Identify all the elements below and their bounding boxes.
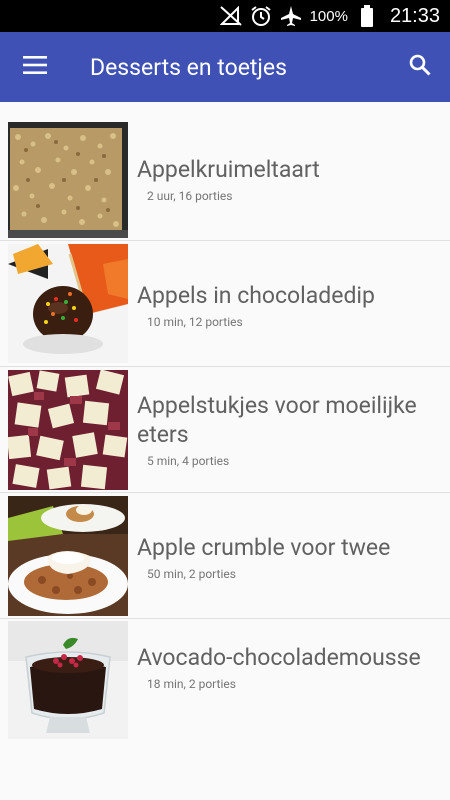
recipe-title: Appelkruimeltaart	[137, 156, 320, 183]
list-item[interactable]: Avocado-chocolademousse 18 min, 2 portie…	[0, 619, 450, 741]
list-item[interactable]: Apple crumble voor twee 50 min, 2 portie…	[0, 493, 450, 619]
recipe-meta: 10 min, 12 porties	[147, 315, 243, 329]
recipe-thumbnail	[8, 496, 128, 616]
status-bar: 100% 21:33	[0, 0, 450, 32]
recipe-text: Appelstukjes voor moeilijke eters 5 min,…	[137, 391, 442, 468]
recipe-thumbnail	[8, 621, 128, 739]
list-item[interactable]: Appels in chocoladedip 10 min, 12 portie…	[0, 241, 450, 367]
airplane-mode-icon	[280, 5, 302, 27]
recipe-title: Avocado-chocolademousse	[137, 644, 421, 671]
recipe-text: Apple crumble voor twee 50 min, 2 portie…	[137, 533, 442, 581]
recipe-thumbnail	[8, 122, 128, 238]
recipe-title: Apple crumble voor twee	[137, 534, 391, 561]
battery-icon	[356, 5, 378, 27]
recipe-meta: 50 min, 2 porties	[147, 567, 236, 581]
no-signal-icon	[219, 5, 242, 27]
recipe-title: Appelstukjes voor moeilijke eters	[137, 392, 417, 448]
clock: 21:33	[389, 4, 440, 27]
recipe-meta: 2 uur, 16 porties	[147, 189, 233, 203]
page-title: Desserts en toetjes	[90, 53, 287, 81]
menu-icon	[23, 56, 47, 78]
recipe-text: Appelkruimeltaart 2 uur, 16 porties	[137, 155, 442, 203]
recipe-thumbnail	[8, 370, 128, 490]
app-bar: Desserts en toetjes	[0, 32, 450, 102]
recipe-text: Avocado-chocolademousse 18 min, 2 portie…	[137, 643, 442, 691]
recipe-meta: 18 min, 2 porties	[147, 677, 236, 691]
search-button[interactable]	[390, 32, 450, 102]
list-item[interactable]: Appelkruimeltaart 2 uur, 16 porties	[0, 120, 450, 241]
recipe-meta: 5 min, 4 porties	[147, 454, 230, 468]
menu-button[interactable]	[0, 32, 70, 102]
recipe-title: Appels in chocoladedip	[137, 282, 375, 309]
search-icon	[409, 54, 431, 80]
list-item[interactable]: Appelstukjes voor moeilijke eters 5 min,…	[0, 367, 450, 493]
recipe-text: Appels in chocoladedip 10 min, 12 portie…	[137, 281, 442, 329]
recipe-thumbnail	[8, 244, 128, 363]
alarm-icon	[250, 5, 272, 27]
battery-percentage: 100%	[309, 7, 348, 25]
